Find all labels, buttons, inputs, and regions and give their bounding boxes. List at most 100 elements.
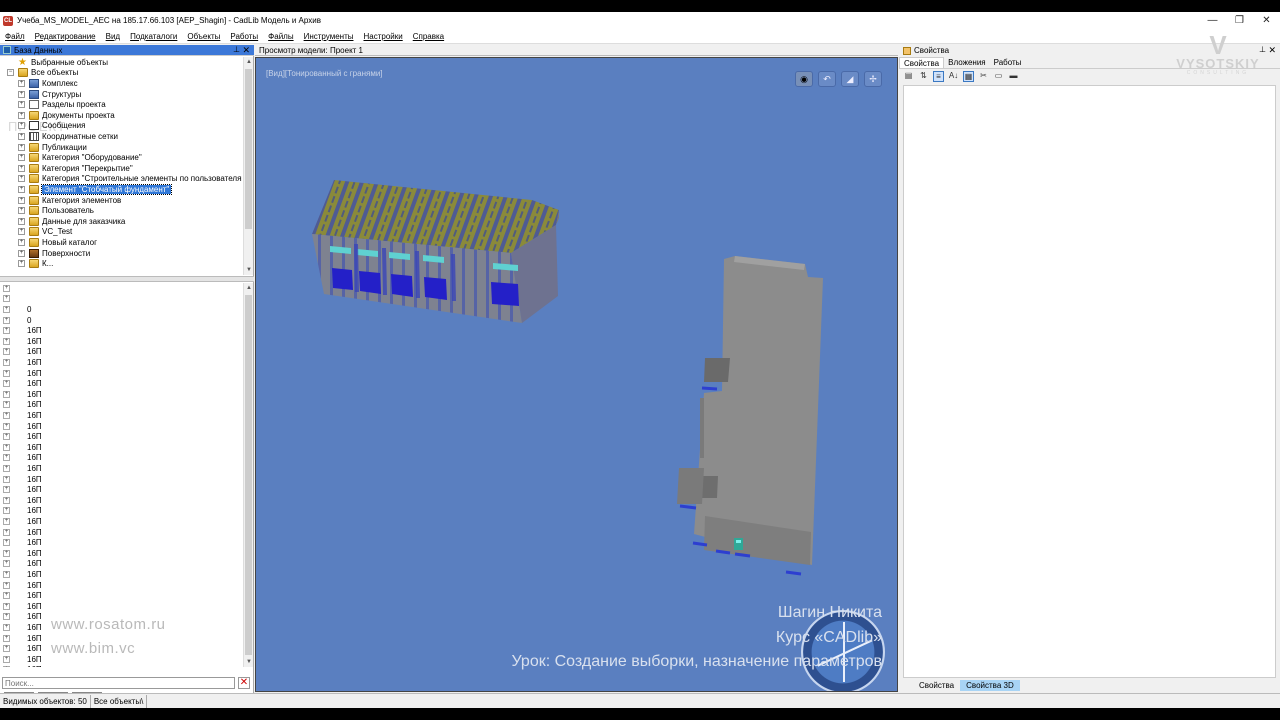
list-item[interactable]: +16П	[3, 421, 42, 432]
close-icon[interactable]: ✕	[1268, 45, 1276, 56]
scroll-thumb[interactable]	[245, 69, 252, 229]
expand-toggle-icon[interactable]: +	[18, 90, 25, 98]
expand-toggle-icon[interactable]: +	[18, 238, 25, 246]
menu-settings[interactable]: Настройки	[363, 32, 402, 41]
list-item[interactable]: +0	[3, 315, 31, 326]
expand-toggle-icon[interactable]: +	[3, 517, 10, 525]
3d-model-scene[interactable]	[256, 58, 898, 692]
expand-toggle-icon[interactable]: +	[3, 539, 10, 547]
list-item[interactable]: +16П	[3, 378, 42, 389]
list-item[interactable]: +16П	[3, 410, 42, 421]
expand-toggle-icon[interactable]: +	[3, 422, 10, 430]
expand-toggle-icon[interactable]: +	[18, 249, 25, 257]
list-item[interactable]: +0	[3, 304, 31, 315]
list-item[interactable]: +16П	[3, 612, 42, 623]
expand-toggle-icon[interactable]: +	[3, 507, 10, 515]
tree-item[interactable]: + Координатные сетки	[18, 131, 118, 142]
expand-toggle-icon[interactable]: +	[18, 122, 25, 130]
expand-toggle-icon[interactable]: +	[3, 592, 10, 600]
expand-toggle-icon[interactable]: +	[18, 79, 25, 87]
tree-scrollbar[interactable]: ▲ ▼	[243, 57, 253, 275]
expand-toggle-icon[interactable]: +	[3, 316, 10, 324]
expand-toggle-icon[interactable]: +	[18, 175, 25, 183]
expand-toggle-icon[interactable]: +	[3, 443, 10, 451]
tree-item[interactable]: + VC_Test	[18, 227, 72, 238]
list-item[interactable]: +16П	[3, 347, 42, 358]
list-item[interactable]: +16П	[3, 368, 42, 379]
list-item[interactable]: +16П	[3, 484, 42, 495]
toolbar-icon-1[interactable]: ▤	[903, 71, 914, 82]
grid-view-icon[interactable]: ▦	[963, 71, 974, 82]
list-item[interactable]: +16П	[3, 569, 42, 580]
sort-icon[interactable]: A↓	[948, 71, 959, 82]
list-item[interactable]: +	[3, 283, 27, 294]
list-item[interactable]: +16П	[3, 506, 42, 517]
search-input[interactable]	[2, 677, 235, 689]
list-item[interactable]: +16П	[3, 442, 42, 453]
expand-toggle-icon[interactable]: +	[18, 111, 25, 119]
expand-toggle-icon[interactable]: +	[3, 327, 10, 335]
expand-toggle-icon[interactable]: +	[3, 570, 10, 578]
tab-attachments[interactable]: Вложения	[944, 57, 989, 68]
menu-help[interactable]: Справка	[413, 32, 444, 41]
scroll-thumb[interactable]	[245, 295, 252, 655]
expand-toggle-icon[interactable]: +	[3, 464, 10, 472]
tab-properties-bottom[interactable]: Свойства	[913, 680, 960, 691]
model-viewport[interactable]: [Вид][Тонированный с гранями] ◉ ↶ ◢ ✢ Ша…	[255, 57, 898, 692]
tree-item[interactable]: + Категория "Перекрытие"	[18, 163, 133, 174]
expand-toggle-icon[interactable]: +	[3, 358, 10, 366]
tree-item[interactable]: + Пользователь	[18, 205, 94, 216]
minimize-button[interactable]: —	[1199, 12, 1226, 29]
expand-toggle-icon[interactable]: +	[3, 666, 10, 667]
tree-item[interactable]: + Поверхности	[18, 248, 90, 259]
panel-splitter[interactable]	[0, 276, 254, 282]
tab-properties-3d[interactable]: Свойства 3D	[960, 680, 1020, 691]
tab-properties[interactable]: Свойства	[899, 57, 945, 68]
expand-toggle-icon[interactable]: +	[18, 185, 25, 193]
expand-toggle-icon[interactable]: +	[3, 475, 10, 483]
list-item[interactable]: +16П	[3, 622, 42, 633]
expand-toggle-icon[interactable]: +	[3, 613, 10, 621]
list-item[interactable]: +16П	[3, 580, 42, 591]
scroll-up-icon[interactable]: ▲	[244, 57, 254, 67]
expand-toggle-icon[interactable]: +	[18, 260, 25, 268]
list-item[interactable]: +	[3, 294, 27, 305]
list-item[interactable]: +16П	[3, 633, 42, 644]
tree-item[interactable]: + Данные для заказчика	[18, 216, 125, 227]
list-item[interactable]: +16П	[3, 400, 42, 411]
expand-toggle-icon[interactable]: +	[18, 164, 25, 172]
expand-toggle-icon[interactable]: +	[3, 369, 10, 377]
expand-toggle-icon[interactable]: +	[18, 154, 25, 162]
clear-search-icon[interactable]: ✕	[238, 677, 250, 689]
expand-toggle-icon[interactable]: +	[18, 196, 25, 204]
tree-item[interactable]: + Элемент "Стобчатый фундамент"	[18, 183, 173, 195]
expand-toggle-icon[interactable]: +	[3, 348, 10, 356]
expand-toggle-icon[interactable]: +	[3, 645, 10, 653]
expand-toggle-icon[interactable]: −	[7, 69, 14, 77]
close-button[interactable]: ✕	[1253, 12, 1280, 29]
toolbar-icon-8[interactable]: ▬	[1008, 71, 1019, 82]
cut-icon[interactable]: ✂	[978, 71, 989, 82]
expand-toggle-icon[interactable]: +	[18, 228, 25, 236]
menu-tools[interactable]: Инструменты	[304, 32, 354, 41]
toolbar-icon-2[interactable]: ⇅	[918, 71, 929, 82]
list-item[interactable]: +16П	[3, 601, 42, 612]
expand-toggle-icon[interactable]: +	[18, 143, 25, 151]
expand-toggle-icon[interactable]: +	[3, 623, 10, 631]
expand-toggle-icon[interactable]: +	[3, 560, 10, 568]
expand-toggle-icon[interactable]: +	[3, 486, 10, 494]
tree-item[interactable]: + Новый каталог	[18, 237, 97, 248]
menu-view[interactable]: Вид	[106, 32, 120, 41]
menu-files[interactable]: Файлы	[268, 32, 293, 41]
list-item[interactable]: +16П	[3, 559, 42, 570]
maximize-button[interactable]: ❐	[1226, 12, 1253, 29]
list-item[interactable]: +16П	[3, 389, 42, 400]
expand-toggle-icon[interactable]: +	[3, 305, 10, 313]
expand-toggle-icon[interactable]: +	[18, 217, 25, 225]
list-item[interactable]: +16П	[3, 643, 42, 654]
tree-item[interactable]: + Структуры	[18, 89, 81, 100]
expand-toggle-icon[interactable]: +	[3, 337, 10, 345]
tree-item[interactable]: + Публикации	[18, 142, 87, 153]
list-item[interactable]: +16П	[3, 665, 42, 667]
expand-toggle-icon[interactable]: +	[3, 411, 10, 419]
